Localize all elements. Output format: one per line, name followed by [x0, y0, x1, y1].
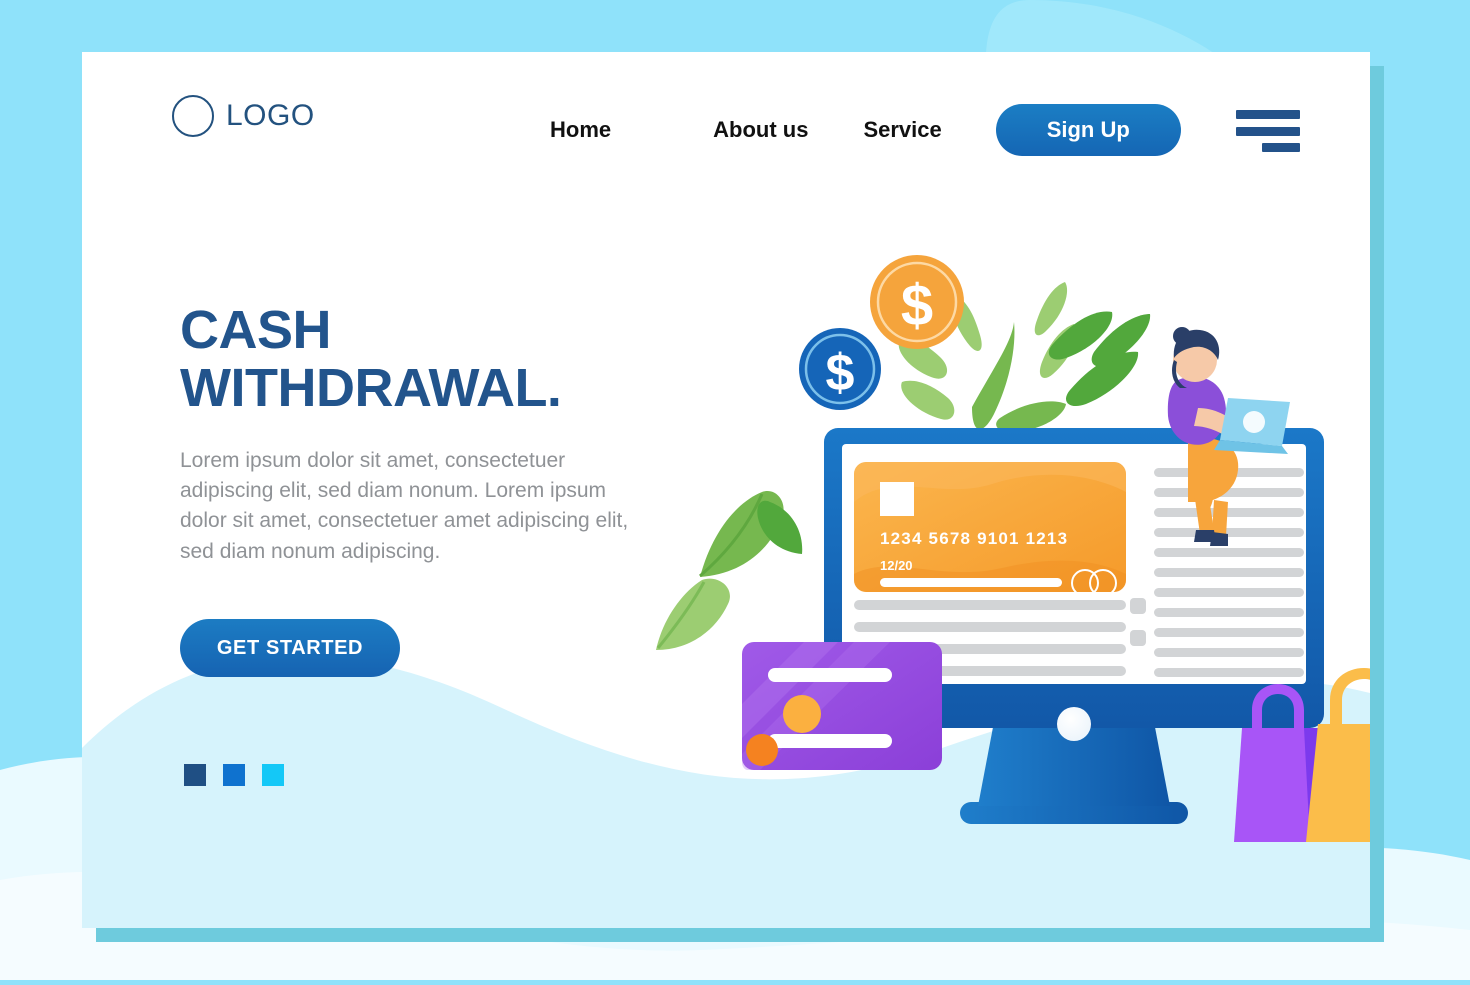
credit-card-front: 1234 5678 9101 1213 12/20 [854, 462, 1126, 597]
hero-paragraph: Lorem ipsum dolor sit amet, consectetuer… [180, 448, 629, 563]
hamburger-menu-icon[interactable] [1236, 110, 1300, 152]
coin-orange: $ [870, 255, 964, 349]
sign-up-button[interactable]: Sign Up [995, 104, 1181, 156]
brand-logo[interactable]: LOGO [172, 95, 315, 137]
credit-card-purple [742, 642, 942, 770]
nav-link-home[interactable]: Home [550, 117, 611, 143]
hamburger-bar-3 [1262, 143, 1300, 152]
headline-line-2: WITHDRAWAL. [180, 357, 562, 418]
pagination-dot-2[interactable] [223, 764, 245, 786]
illustration-svg: $ $ 1234 5678 9101 1213 12/20 [656, 255, 1370, 842]
hero-text-block: CASH WITHDRAWAL. Lorem ipsum dolor sit a… [180, 300, 660, 678]
nav-link-service[interactable]: Service [863, 117, 941, 143]
nav-links: Home About us Service Sign Up [550, 104, 1181, 156]
coin-blue: $ [799, 328, 881, 410]
pagination-dot-1[interactable] [184, 764, 206, 786]
landing-page-card: LOGO Home About us Service Sign Up CASH … [82, 52, 1370, 928]
logo-text: LOGO [226, 99, 315, 132]
credit-card-expiry: 12/20 [880, 558, 913, 573]
headline-line-1: CASH [180, 300, 332, 360]
hamburger-bar-2 [1236, 126, 1300, 136]
page-title: CASH WITHDRAWAL. [180, 300, 660, 418]
hero-illustration: $ $ 1234 5678 9101 1213 12/20 [642, 202, 1370, 882]
hamburger-bar-1 [1236, 110, 1300, 119]
pagination-dot-3[interactable] [262, 764, 284, 786]
nav-link-about-us[interactable]: About us [713, 117, 808, 143]
credit-card-number: 1234 5678 9101 1213 [880, 529, 1068, 548]
navbar: LOGO Home About us Service Sign Up [82, 52, 1370, 202]
plant-leaves-left [656, 491, 803, 650]
circle-outline-icon [172, 95, 214, 137]
get-started-button[interactable]: GET STARTED [180, 619, 400, 678]
svg-text:$: $ [826, 344, 855, 402]
pagination-dots [184, 764, 284, 786]
svg-text:$: $ [901, 273, 933, 338]
